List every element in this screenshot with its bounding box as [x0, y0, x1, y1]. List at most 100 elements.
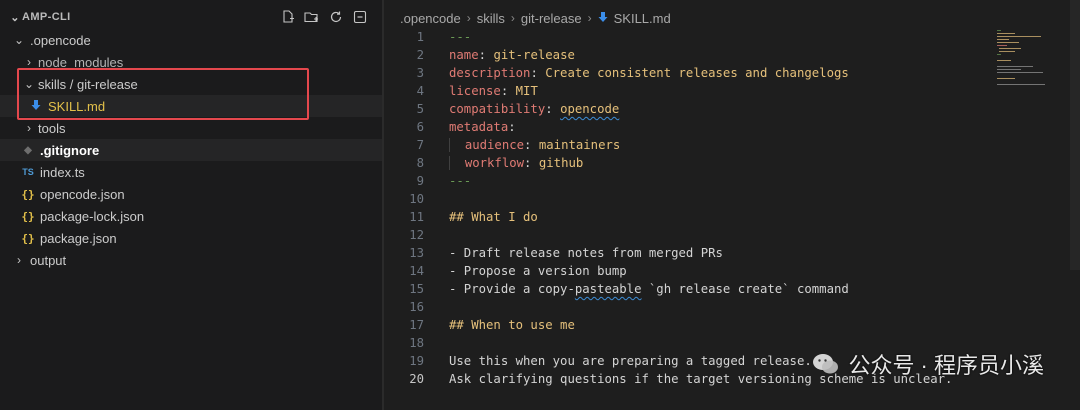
- explorer-section-toggle[interactable]: ⌄ AMP-CLI: [8, 11, 71, 24]
- watermark: 公众号 · 程序员小溪: [812, 348, 1044, 380]
- code-text: - Propose a version bump: [449, 264, 627, 278]
- line-number: 1: [416, 30, 424, 44]
- line-number: 12: [409, 228, 424, 242]
- code-line: 4 license: MIT: [384, 82, 952, 100]
- line-number: 16: [409, 300, 424, 314]
- line-number: 17: [409, 318, 424, 332]
- code-line: 1 ---: [384, 28, 952, 46]
- code-text: - Provide a copy-: [449, 282, 575, 296]
- tree-file-index-ts[interactable]: TS index.ts: [0, 161, 382, 183]
- markdown-icon: [598, 11, 608, 26]
- code-line: 3 description: Create consistent releases…: [384, 64, 952, 82]
- code-area[interactable]: 1 --- 2 name: git-release 3 description: Cr…: [384, 28, 952, 388]
- chevron-right-icon: ›: [587, 11, 592, 25]
- code-line: 13 - Draft release notes from merged PRs: [384, 244, 952, 262]
- code-line: 15 - Provide a copy-pasteable `gh release…: [384, 280, 952, 298]
- yaml-key: description: [449, 66, 531, 80]
- markdown-heading: ## What I do: [449, 210, 538, 224]
- chevron-right-icon: ›: [466, 11, 471, 25]
- minimap[interactable]: [997, 28, 1077, 268]
- chevron-right-icon: ›: [17, 253, 21, 267]
- line-number: 14: [409, 264, 424, 278]
- vertical-scrollbar[interactable]: [1070, 0, 1080, 270]
- tree-folder-output[interactable]: › output: [0, 249, 382, 271]
- tree-item-label: package-lock.json: [40, 208, 145, 224]
- watermark-text: 公众号 · 程序员小溪: [848, 353, 1044, 378]
- yaml-value: Create consistent releases and changelog…: [545, 66, 849, 80]
- code-line: 11 ## What I do: [384, 208, 952, 226]
- line-number: 4: [416, 84, 424, 98]
- tree-item-label: .opencode: [30, 32, 91, 48]
- code-line: 5 compatibility: opencode: [384, 100, 952, 118]
- yaml-key: metadata: [449, 120, 509, 134]
- line-number: 9: [416, 174, 424, 188]
- code-text: ---: [449, 174, 472, 188]
- yaml-key: name: [449, 48, 479, 62]
- new-file-icon[interactable]: [280, 9, 296, 25]
- line-number: 11: [409, 210, 424, 224]
- breadcrumb: .opencode › skills › git-release › SKILL…: [400, 9, 671, 27]
- line-number: 2: [416, 48, 424, 62]
- tree-item-label: output: [30, 252, 67, 268]
- yaml-key: audience: [464, 138, 525, 152]
- code-line: 17 ## When to use me: [384, 316, 952, 334]
- tree-item-label: index.ts: [40, 164, 85, 180]
- code-text: `gh release create` command: [641, 282, 849, 296]
- tree-file-package-lock-json[interactable]: {} package-lock.json: [0, 205, 382, 227]
- explorer-title: AMP-CLI: [22, 11, 71, 23]
- code-line: 16: [384, 298, 952, 316]
- line-number: 5: [416, 102, 424, 116]
- yaml-value: github: [538, 156, 584, 170]
- code-line: 10: [384, 190, 952, 208]
- refresh-icon[interactable]: [328, 9, 344, 25]
- typescript-icon: TS: [22, 167, 34, 177]
- line-number: 3: [416, 66, 424, 80]
- line-number: 10: [409, 192, 424, 206]
- tree-item-label: opencode.json: [40, 186, 125, 202]
- code-line: 12: [384, 226, 952, 244]
- breadcrumb-item[interactable]: .opencode: [400, 11, 461, 26]
- line-number: 20: [409, 372, 424, 386]
- highlight-box: [17, 68, 309, 120]
- chevron-down-icon: ⌄: [13, 33, 25, 47]
- yaml-value: MIT: [515, 84, 538, 98]
- tree-item-label: package.json: [40, 230, 117, 246]
- line-number: 6: [416, 120, 424, 134]
- breadcrumb-item[interactable]: SKILL.md: [614, 11, 671, 26]
- line-number: 8: [416, 156, 424, 170]
- chevron-right-icon: ›: [27, 121, 31, 135]
- collapse-all-icon[interactable]: [352, 9, 368, 25]
- tree-folder-tools[interactable]: › tools: [0, 117, 382, 139]
- yaml-value: git-release: [493, 48, 575, 62]
- yaml-key: license: [449, 84, 501, 98]
- git-icon: ◆: [24, 144, 32, 156]
- line-number: 19: [409, 354, 424, 368]
- yaml-key: compatibility: [449, 102, 546, 116]
- line-number: 18: [409, 336, 424, 350]
- line-number: 7: [416, 138, 424, 152]
- tree-item-label: .gitignore: [40, 142, 100, 158]
- tree-file-gitignore[interactable]: ◆ .gitignore: [0, 139, 382, 161]
- tree-file-package-json[interactable]: {} package.json: [0, 227, 382, 249]
- yaml-value: maintainers: [538, 138, 621, 152]
- tree-item-label: tools: [38, 120, 66, 136]
- markdown-heading: ## When to use me: [449, 318, 575, 332]
- line-number: 15: [409, 282, 424, 296]
- explorer-actions: [280, 9, 382, 25]
- chevron-right-icon: ›: [510, 11, 515, 25]
- code-line: 8 workflow: github: [384, 154, 952, 172]
- chevron-down-icon: ⌄: [10, 11, 20, 24]
- code-text: Use this when you are preparing a tagged…: [449, 354, 812, 368]
- tree-file-opencode-json[interactable]: {} opencode.json: [0, 183, 382, 205]
- json-icon: {}: [21, 209, 35, 223]
- breadcrumb-item[interactable]: skills: [477, 11, 505, 26]
- code-line: 2 name: git-release: [384, 46, 952, 64]
- new-folder-icon[interactable]: [304, 9, 320, 25]
- breadcrumb-item[interactable]: git-release: [521, 11, 582, 26]
- code-line: 14 - Propose a version bump: [384, 262, 952, 280]
- line-number: 13: [409, 246, 424, 260]
- yaml-value: opencode: [560, 102, 620, 116]
- tree-folder-opencode[interactable]: ⌄ .opencode: [0, 29, 382, 51]
- yaml-key: workflow: [464, 156, 525, 170]
- code-line: 6 metadata:: [384, 118, 952, 136]
